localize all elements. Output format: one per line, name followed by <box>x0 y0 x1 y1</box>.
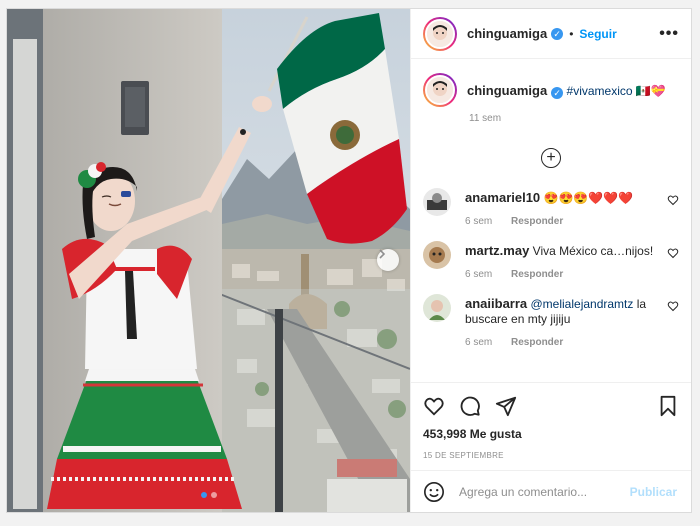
reply-button[interactable]: Responder <box>511 269 563 280</box>
carousel-dot <box>210 492 217 498</box>
next-photo-button[interactable] <box>377 249 399 271</box>
comment-input[interactable] <box>459 484 630 499</box>
carousel-dot-active <box>200 492 207 498</box>
avatar-image <box>427 77 453 103</box>
post-actions: 453,998 Me gusta 15 DE SEPTIEMBRE <box>411 382 691 470</box>
likes-count[interactable]: 453,998 Me gusta <box>423 427 679 441</box>
post-date[interactable]: 15 DE SEPTIEMBRE <box>423 451 679 460</box>
reply-button[interactable]: Responder <box>511 216 563 227</box>
comment-avatar[interactable] <box>423 188 451 216</box>
comment-time[interactable]: 6 sem <box>465 216 492 227</box>
avatar-image <box>423 188 451 216</box>
separator-dot: • <box>569 26 574 41</box>
caption-time[interactable]: 11 sem <box>469 113 501 124</box>
comment-item: anaiibarra @melialejandramtz la buscare … <box>423 294 679 348</box>
reply-button[interactable]: Responder <box>511 337 563 348</box>
comment-item: anamariel10 😍😍😍❤️❤️❤️ 6 sem Responder <box>423 188 679 227</box>
comment-avatar[interactable] <box>423 241 451 269</box>
bookmark-icon[interactable] <box>657 395 679 417</box>
instagram-post: chinguamiga ✓ • Seguir ••• chinguamiga ✓… <box>6 8 692 513</box>
comment-item: martz.may Viva México ca…nijos! 6 sem Re… <box>423 241 679 280</box>
post-caption: chinguamiga ✓ #vivamexico 🇲🇽💝 <box>423 73 679 107</box>
comments-section: chinguamiga ✓ #vivamexico 🇲🇽💝 11 sem + a… <box>411 59 691 382</box>
plus-circle-icon[interactable]: + <box>541 148 561 168</box>
carousel-dots <box>7 492 410 498</box>
post-side-panel: chinguamiga ✓ • Seguir ••• chinguamiga ✓… <box>410 9 691 512</box>
comment-text: Viva México ca…nijos! <box>532 244 654 258</box>
emoji-icon[interactable] <box>423 481 445 503</box>
comment-text: 😍😍😍❤️❤️❤️ <box>543 191 634 205</box>
comment-username[interactable]: anamariel10 <box>465 190 540 205</box>
avatar-image <box>423 294 451 322</box>
caption-text: chinguamiga ✓ #vivamexico 🇲🇽💝 <box>467 73 666 99</box>
caption-avatar[interactable] <box>423 73 457 107</box>
heart-icon[interactable] <box>423 395 445 417</box>
author-username[interactable]: chinguamiga <box>467 26 547 41</box>
follow-button[interactable]: Seguir <box>579 27 616 41</box>
author-avatar[interactable] <box>423 16 457 51</box>
comment-username[interactable]: anaiibarra <box>465 296 527 311</box>
verified-badge-icon: ✓ <box>551 87 564 99</box>
avatar-image <box>423 241 451 269</box>
verified-badge-icon: ✓ <box>551 27 564 40</box>
publish-button[interactable]: Publicar <box>630 485 677 499</box>
caption-meta: 11 sem <box>469 113 679 124</box>
photo-illustration <box>7 9 410 512</box>
load-more-comments: + <box>423 148 679 168</box>
chevron-right-icon <box>379 249 386 259</box>
comment-mention[interactable]: @melialejandramtz <box>531 297 634 311</box>
post-header: chinguamiga ✓ • Seguir ••• <box>411 9 691 59</box>
comment-like-heart-icon[interactable] <box>667 300 679 312</box>
more-options-icon[interactable]: ••• <box>659 25 679 43</box>
post-photo[interactable] <box>7 9 410 512</box>
comment-time[interactable]: 6 sem <box>465 269 492 280</box>
comment-avatar[interactable] <box>423 294 451 322</box>
comment-username[interactable]: martz.may <box>465 243 529 258</box>
comment-like-heart-icon[interactable] <box>667 194 679 206</box>
comment-like-heart-icon[interactable] <box>667 247 679 259</box>
avatar-image <box>427 20 453 47</box>
caption-username[interactable]: chinguamiga <box>467 83 547 98</box>
comment-icon[interactable] <box>459 395 481 417</box>
caption-hashtag[interactable]: #vivamexico <box>567 84 633 98</box>
add-comment-bar: Publicar <box>411 470 691 512</box>
caption-emoji: 🇲🇽💝 <box>635 84 666 98</box>
send-icon[interactable] <box>495 395 517 417</box>
comment-time[interactable]: 6 sem <box>465 337 492 348</box>
